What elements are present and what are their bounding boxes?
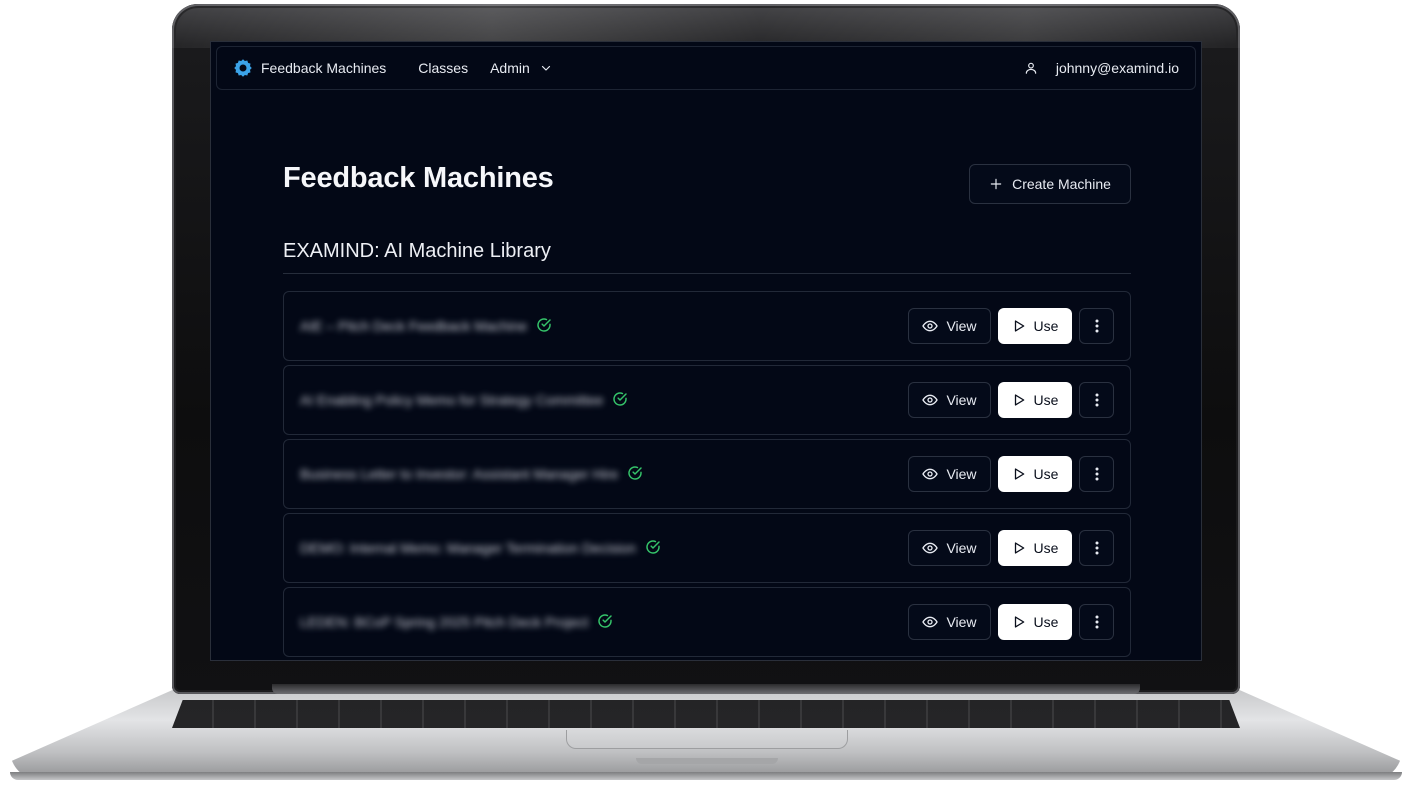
laptop-keyboard [172,700,1240,728]
use-label: Use [1033,318,1059,334]
play-icon [1014,468,1024,480]
view-label: View [946,392,977,408]
machine-name[interactable]: Business Letter to Investor: Assistant M… [300,466,618,482]
more-vertical-icon [1095,467,1098,481]
view-label: View [946,318,977,334]
nav-link-admin[interactable]: Admin [490,60,552,76]
user-email: johnny@examind.io [1055,60,1179,76]
user-menu[interactable]: johnny@examind.io [1024,60,1179,76]
eye-icon [922,616,939,628]
view-label: View [946,540,977,556]
machine-row: Business Letter to Investor: Assistant M… [283,439,1131,509]
machine-name[interactable]: DEMO: Internal Memo: Manager Termination… [300,540,636,556]
more-options-button[interactable] [1079,308,1114,344]
use-label: Use [1033,614,1059,630]
more-vertical-icon [1095,615,1098,629]
chevron-down-icon [541,65,550,71]
more-vertical-icon [1095,541,1098,555]
row-actions: View Use [908,382,1114,418]
laptop-front-notch [636,758,778,764]
machine-name[interactable]: AI Enabling Policy Memo for Strategy Com… [300,392,603,408]
laptop-hinge [272,684,1140,694]
more-options-button[interactable] [1079,382,1114,418]
laptop-screen: Feedback Machines Classes Admin johnny@e… [210,41,1202,661]
row-actions: View Use [908,604,1114,640]
plus-icon [990,178,1002,190]
check-circle-icon [537,318,551,332]
row-actions: View Use [908,530,1114,566]
create-machine-button[interactable]: Create Machine [969,164,1131,204]
machine-row: DEMO: Internal Memo: Manager Termination… [283,513,1131,583]
eye-icon [922,320,939,332]
more-vertical-icon [1095,319,1098,333]
create-machine-label: Create Machine [1012,176,1111,192]
use-button[interactable]: Use [998,604,1072,640]
view-button[interactable]: View [908,308,991,344]
play-icon [1014,542,1024,554]
user-icon [1025,62,1037,74]
machine-row: AI Enabling Policy Memo for Strategy Com… [283,365,1131,435]
laptop-base-edge [10,772,1402,780]
row-actions: View Use [908,456,1114,492]
view-label: View [946,614,977,630]
section-divider [283,273,1131,274]
view-button[interactable]: View [908,604,991,640]
laptop-trackpad [566,730,848,749]
eye-icon [922,542,939,554]
more-options-button[interactable] [1079,456,1114,492]
view-button[interactable]: View [908,456,991,492]
brand-link[interactable]: Feedback Machines [233,58,386,78]
page-title: Feedback Machines [283,162,554,194]
top-navbar: Feedback Machines Classes Admin johnny@e… [216,46,1196,90]
play-icon [1014,320,1024,332]
gear-logo-icon [234,59,252,77]
use-label: Use [1033,466,1059,482]
use-button[interactable]: Use [998,456,1072,492]
machine-row: LEDEN: BCoP Spring 2025 Pitch Deck Proje… [283,587,1131,657]
use-button[interactable]: Use [998,530,1072,566]
section-title: EXAMIND: AI Machine Library [283,240,551,262]
machine-list: AIE – Pitch Deck Feedback Machine View U… [283,291,1131,660]
brand-name: Feedback Machines [261,60,387,76]
nav-link-classes[interactable]: Classes [418,60,468,76]
use-label: Use [1033,540,1059,556]
view-button[interactable]: View [908,382,991,418]
use-label: Use [1033,392,1059,408]
machine-row: AIE – Pitch Deck Feedback Machine View U… [283,291,1131,361]
check-circle-icon [646,540,660,554]
check-circle-icon [628,466,642,480]
play-icon [1014,616,1024,628]
use-button[interactable]: Use [998,382,1072,418]
machine-name[interactable]: LEDEN: BCoP Spring 2025 Pitch Deck Proje… [300,614,588,630]
eye-icon [922,394,939,406]
view-label: View [946,466,977,482]
view-button[interactable]: View [908,530,991,566]
check-circle-icon [598,614,613,628]
machine-name[interactable]: AIE – Pitch Deck Feedback Machine [300,318,527,334]
more-options-button[interactable] [1079,604,1114,640]
row-actions: View Use [908,308,1114,344]
eye-icon [922,468,939,480]
nav-admin-label: Admin [490,60,530,76]
use-button[interactable]: Use [998,308,1072,344]
play-icon [1014,394,1024,406]
more-vertical-icon [1095,393,1098,407]
more-options-button[interactable] [1079,530,1114,566]
check-circle-icon [613,392,628,406]
